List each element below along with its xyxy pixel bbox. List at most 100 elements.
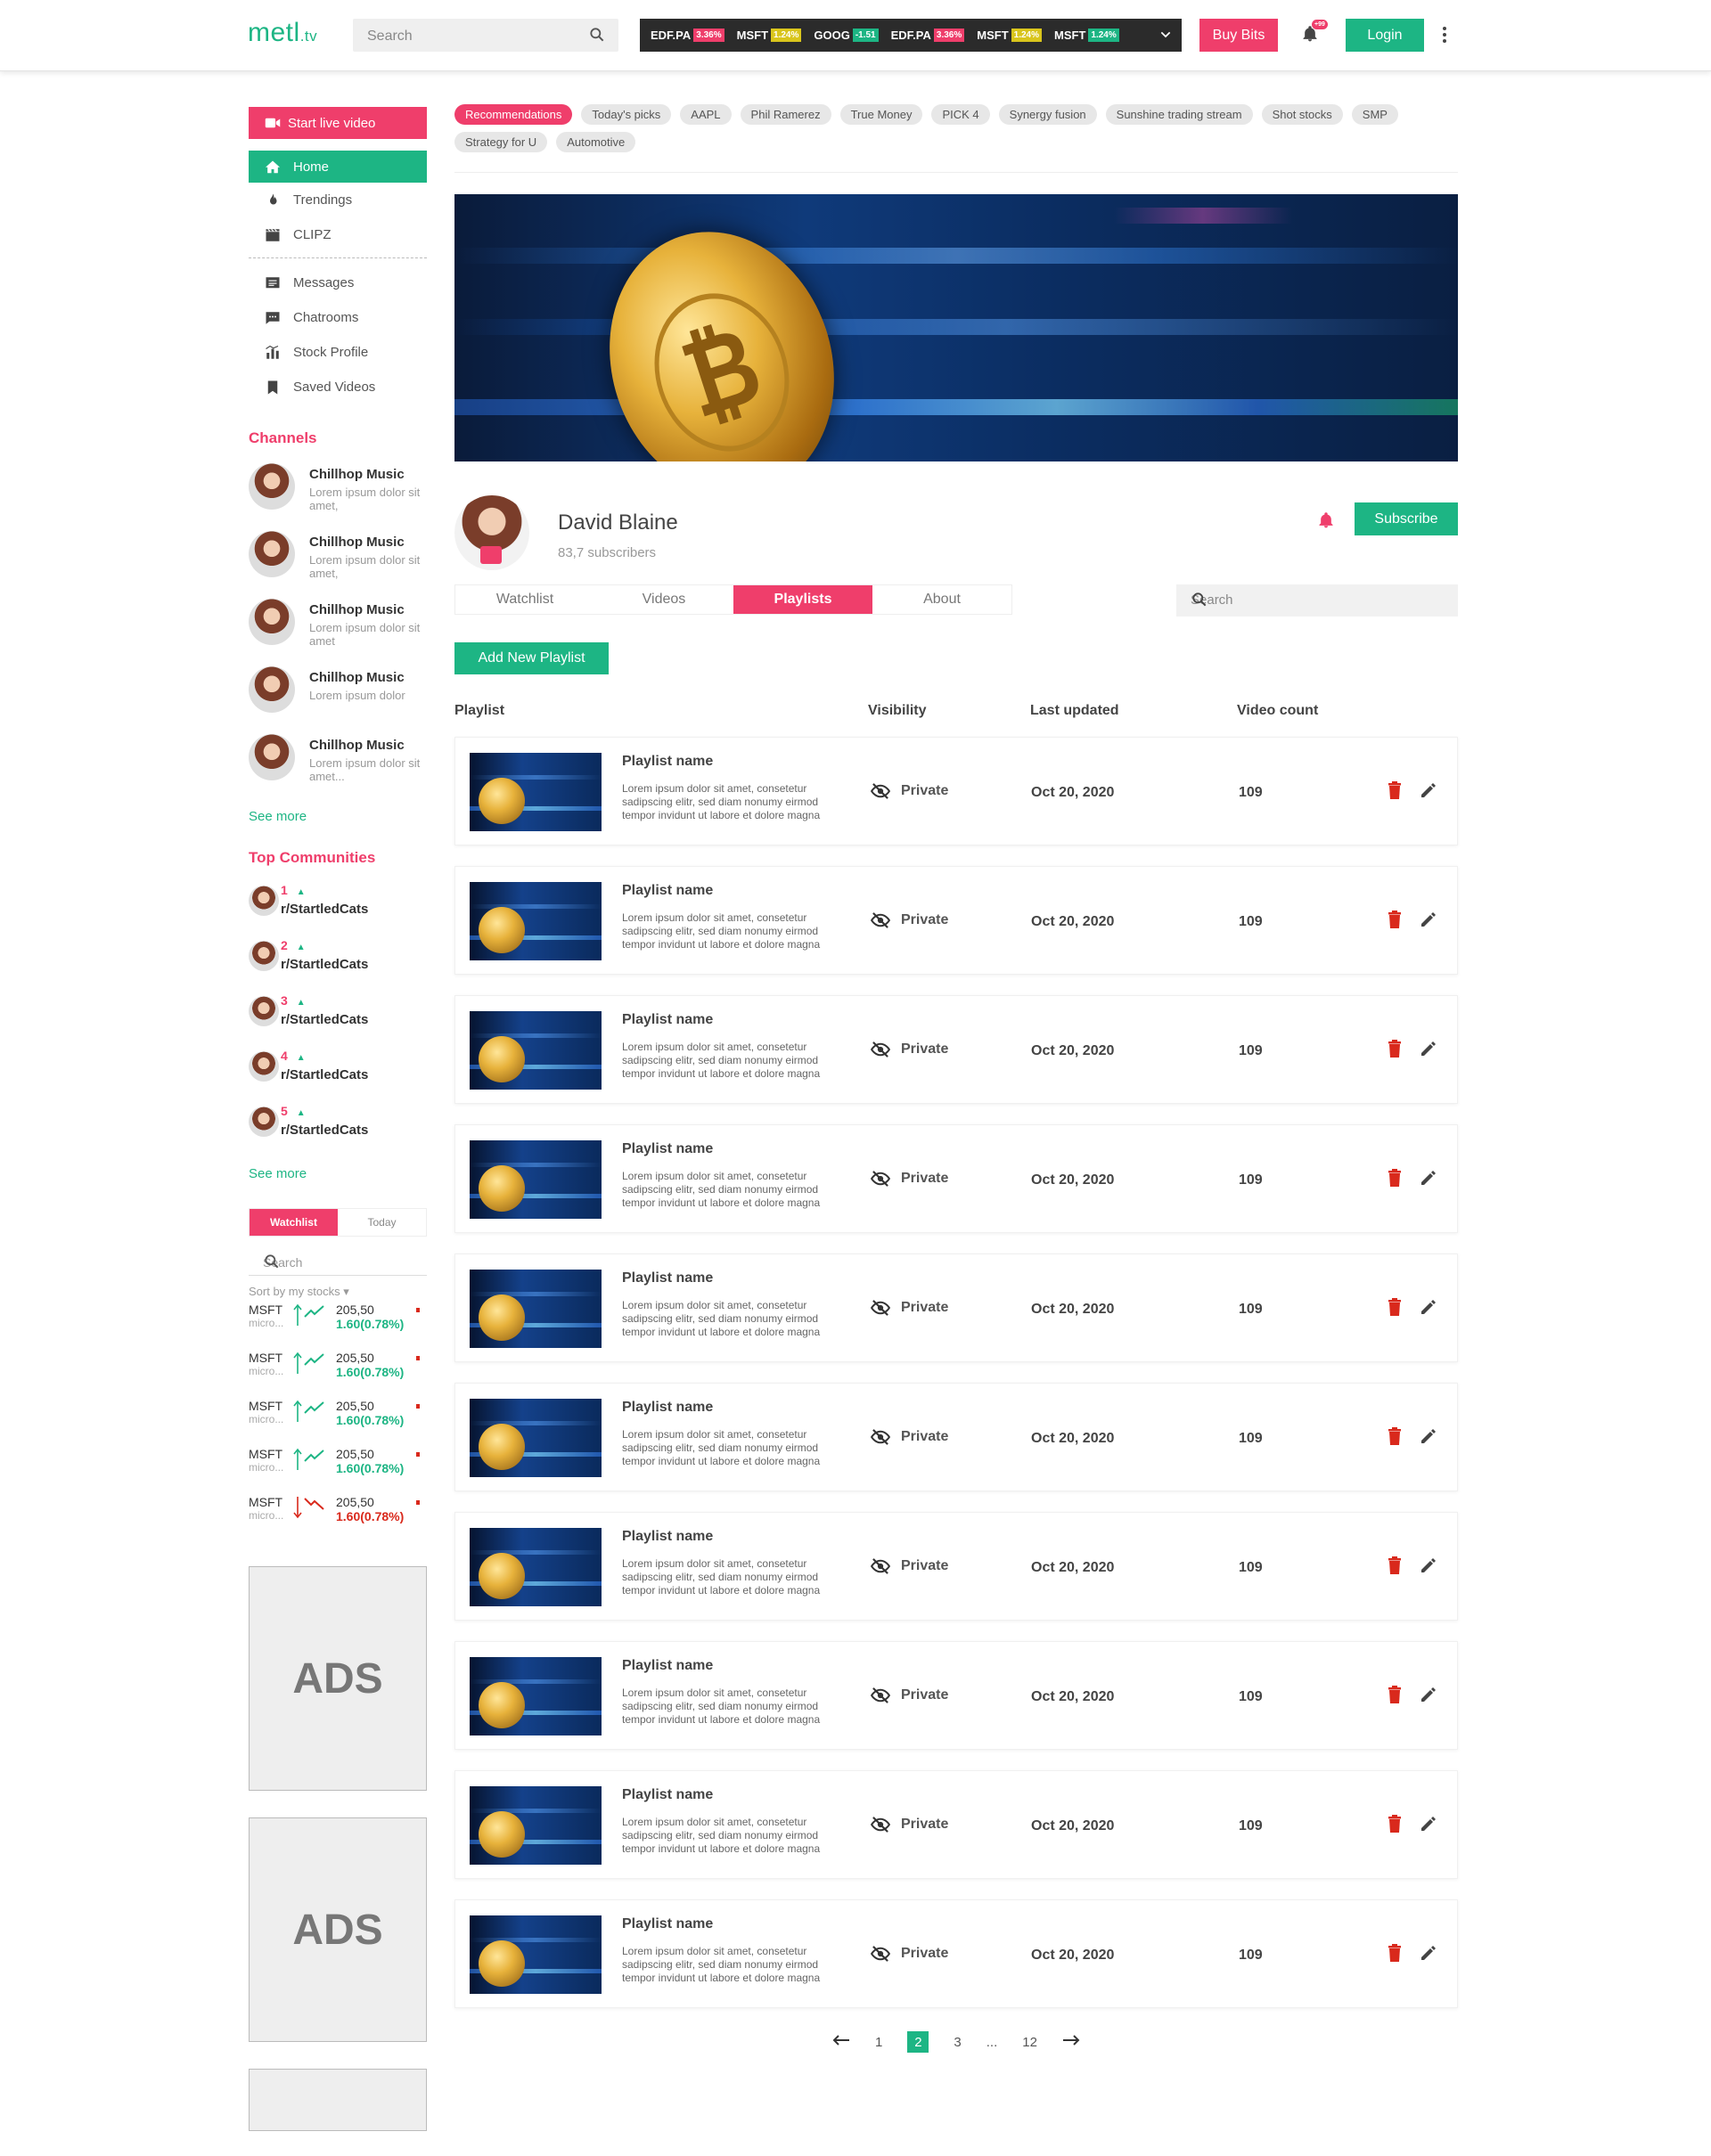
watchlist-stock-row[interactable]: MSFT micro... 205,50 1.60(0.78%) (249, 1495, 427, 1539)
chip-sunshine-trading-stream[interactable]: Sunshine trading stream (1105, 104, 1253, 125)
trash-icon[interactable] (1388, 1686, 1402, 1708)
community-item[interactable]: 3 ▲ r/StartledCats (249, 993, 427, 1049)
pencil-icon[interactable] (1420, 1815, 1437, 1837)
playlist-row[interactable]: Playlist name Lorem ipsum dolor sit amet,… (454, 1383, 1458, 1491)
playlist-row[interactable]: Playlist name Lorem ipsum dolor sit amet,… (454, 1899, 1458, 2008)
pencil-icon[interactable] (1420, 1298, 1437, 1320)
playlist-row[interactable]: Playlist name Lorem ipsum dolor sit amet,… (454, 1770, 1458, 1879)
playlist-row[interactable]: Playlist name Lorem ipsum dolor sit amet,… (454, 1512, 1458, 1621)
playlist-name[interactable]: Playlist name (622, 754, 713, 770)
bell-icon[interactable] (1317, 511, 1335, 534)
sidebar-item-chatrooms[interactable]: Chatrooms (249, 300, 427, 335)
playlist-name[interactable]: Playlist name (622, 1012, 713, 1028)
pencil-icon[interactable] (1420, 1556, 1437, 1579)
sidebar-item-saved-videos[interactable]: Saved Videos (249, 370, 427, 404)
notifications-button[interactable]: +99 (1301, 20, 1328, 47)
trash-icon[interactable] (1388, 781, 1402, 804)
ticker-item[interactable]: EDF.PA 3.36% (891, 29, 965, 42)
stock-remove-marker[interactable] (416, 1452, 420, 1457)
playlist-thumbnail[interactable] (470, 753, 602, 831)
channel-item[interactable]: Chillhop Music Lorem ipsum dolor sit amet… (249, 531, 427, 599)
chip-phil-ramerez[interactable]: Phil Ramerez (740, 104, 831, 125)
chip-smp[interactable]: SMP (1351, 104, 1398, 125)
community-item[interactable]: 1 ▲ r/StartledCats (249, 883, 427, 938)
chip-synergy-fusion[interactable]: Synergy fusion (998, 104, 1097, 125)
playlist-name[interactable]: Playlist name (622, 1529, 713, 1545)
ticker-item[interactable]: EDF.PA 3.36% (651, 29, 725, 42)
ad-banner[interactable]: ADS (249, 1566, 427, 1791)
pencil-icon[interactable] (1420, 1686, 1437, 1708)
playlist-thumbnail[interactable] (470, 1270, 602, 1348)
playlist-row[interactable]: Playlist name Lorem ipsum dolor sit amet,… (454, 737, 1458, 845)
pencil-icon[interactable] (1420, 781, 1437, 804)
watchlist-stock-row[interactable]: MSFT micro... 205,50 1.60(0.78%) (249, 1303, 427, 1347)
playlist-name[interactable]: Playlist name (622, 1658, 713, 1674)
sidebar-item-messages[interactable]: Messages (249, 265, 427, 300)
tab-playlists[interactable]: Playlists (733, 585, 872, 614)
sort-by-dropdown[interactable]: Sort by my stocks ▾ (249, 1285, 427, 1299)
kebab-menu-icon[interactable] (1442, 26, 1447, 48)
chip-strategy-for-u[interactable]: Strategy for U (454, 132, 548, 152)
channels-see-more-link[interactable]: See more (249, 809, 427, 824)
ticker-item[interactable]: MSFT 1.24% (977, 29, 1042, 42)
buy-bits-button[interactable]: Buy Bits (1199, 19, 1278, 52)
sidebar-item-trendings[interactable]: Trendings (249, 183, 427, 217)
playlist-thumbnail[interactable] (470, 1140, 602, 1219)
playlist-row[interactable]: Playlist name Lorem ipsum dolor sit amet,… (454, 1124, 1458, 1233)
tab-watchlist[interactable]: Watchlist (455, 585, 594, 614)
playlist-name[interactable]: Playlist name (622, 1400, 713, 1416)
stock-remove-marker[interactable] (416, 1308, 420, 1312)
channel-item[interactable]: Chillhop Music Lorem ipsum dolor sit amet (249, 599, 427, 666)
chip-aapl[interactable]: AAPL (680, 104, 732, 125)
watchlist-stock-row[interactable]: MSFT micro... 205,50 1.60(0.78%) (249, 1399, 427, 1443)
arrow-left-icon[interactable] (832, 2034, 850, 2050)
chip-automotive[interactable]: Automotive (556, 132, 636, 152)
playlist-name[interactable]: Playlist name (622, 883, 713, 899)
pencil-icon[interactable] (1420, 1944, 1437, 1966)
channel-search-input[interactable]: Search (1176, 584, 1458, 617)
stock-remove-marker[interactable] (416, 1356, 420, 1360)
camera-icon[interactable] (480, 546, 502, 564)
page-12[interactable]: 12 (1022, 2035, 1037, 2050)
playlist-name[interactable]: Playlist name (622, 1916, 713, 1932)
community-item[interactable]: 5 ▲ r/StartledCats (249, 1104, 427, 1159)
trash-icon[interactable] (1388, 1427, 1402, 1450)
stock-remove-marker[interactable] (416, 1500, 420, 1505)
playlist-thumbnail[interactable] (470, 1399, 602, 1477)
chip-true-money[interactable]: True Money (839, 104, 923, 125)
trash-icon[interactable] (1388, 911, 1402, 933)
column-header-visibility[interactable]: Visibility (868, 703, 927, 719)
playlist-row[interactable]: Playlist name Lorem ipsum dolor sit amet,… (454, 1254, 1458, 1362)
trash-icon[interactable] (1388, 1169, 1402, 1191)
playlist-thumbnail[interactable] (470, 1786, 602, 1865)
tab-watchlist[interactable]: Watchlist (250, 1209, 338, 1236)
pencil-icon[interactable] (1420, 1040, 1437, 1062)
trash-icon[interactable] (1388, 1815, 1402, 1837)
channel-item[interactable]: Chillhop Music Lorem ipsum dolor sit amet… (249, 463, 427, 531)
arrow-right-icon[interactable] (1062, 2034, 1080, 2050)
chip-pick-4[interactable]: PICK 4 (931, 104, 990, 125)
search-icon[interactable] (588, 26, 606, 48)
sidebar-item-home[interactable]: Home (249, 151, 427, 183)
playlist-name[interactable]: Playlist name (622, 1787, 713, 1803)
chevron-down-icon[interactable] (1158, 28, 1173, 46)
playlist-name[interactable]: Playlist name (622, 1141, 713, 1157)
column-header-last-updated[interactable]: Last updated (1030, 703, 1119, 719)
chip-today-s-picks[interactable]: Today's picks (581, 104, 672, 125)
ticker-item[interactable]: GOOG -1.51 (814, 29, 879, 42)
page-1[interactable]: 1 (875, 2035, 882, 2050)
playlist-row[interactable]: Playlist name Lorem ipsum dolor sit amet,… (454, 866, 1458, 975)
playlist-name[interactable]: Playlist name (622, 1270, 713, 1286)
trash-icon[interactable] (1388, 1556, 1402, 1579)
community-item[interactable]: 4 ▲ r/StartledCats (249, 1049, 427, 1104)
pencil-icon[interactable] (1420, 1427, 1437, 1450)
tab-today[interactable]: Today (338, 1209, 426, 1236)
playlist-row[interactable]: Playlist name Lorem ipsum dolor sit amet,… (454, 1641, 1458, 1750)
ticker-item[interactable]: MSFT 1.24% (737, 29, 802, 42)
watchlist-stock-row[interactable]: MSFT micro... 205,50 1.60(0.78%) (249, 1351, 427, 1395)
trash-icon[interactable] (1388, 1298, 1402, 1320)
channel-item[interactable]: Chillhop Music Lorem ipsum dolor (249, 666, 427, 734)
playlist-thumbnail[interactable] (470, 1657, 602, 1735)
playlist-thumbnail[interactable] (470, 1011, 602, 1090)
watchlist-search-input[interactable]: Search (249, 1247, 427, 1276)
